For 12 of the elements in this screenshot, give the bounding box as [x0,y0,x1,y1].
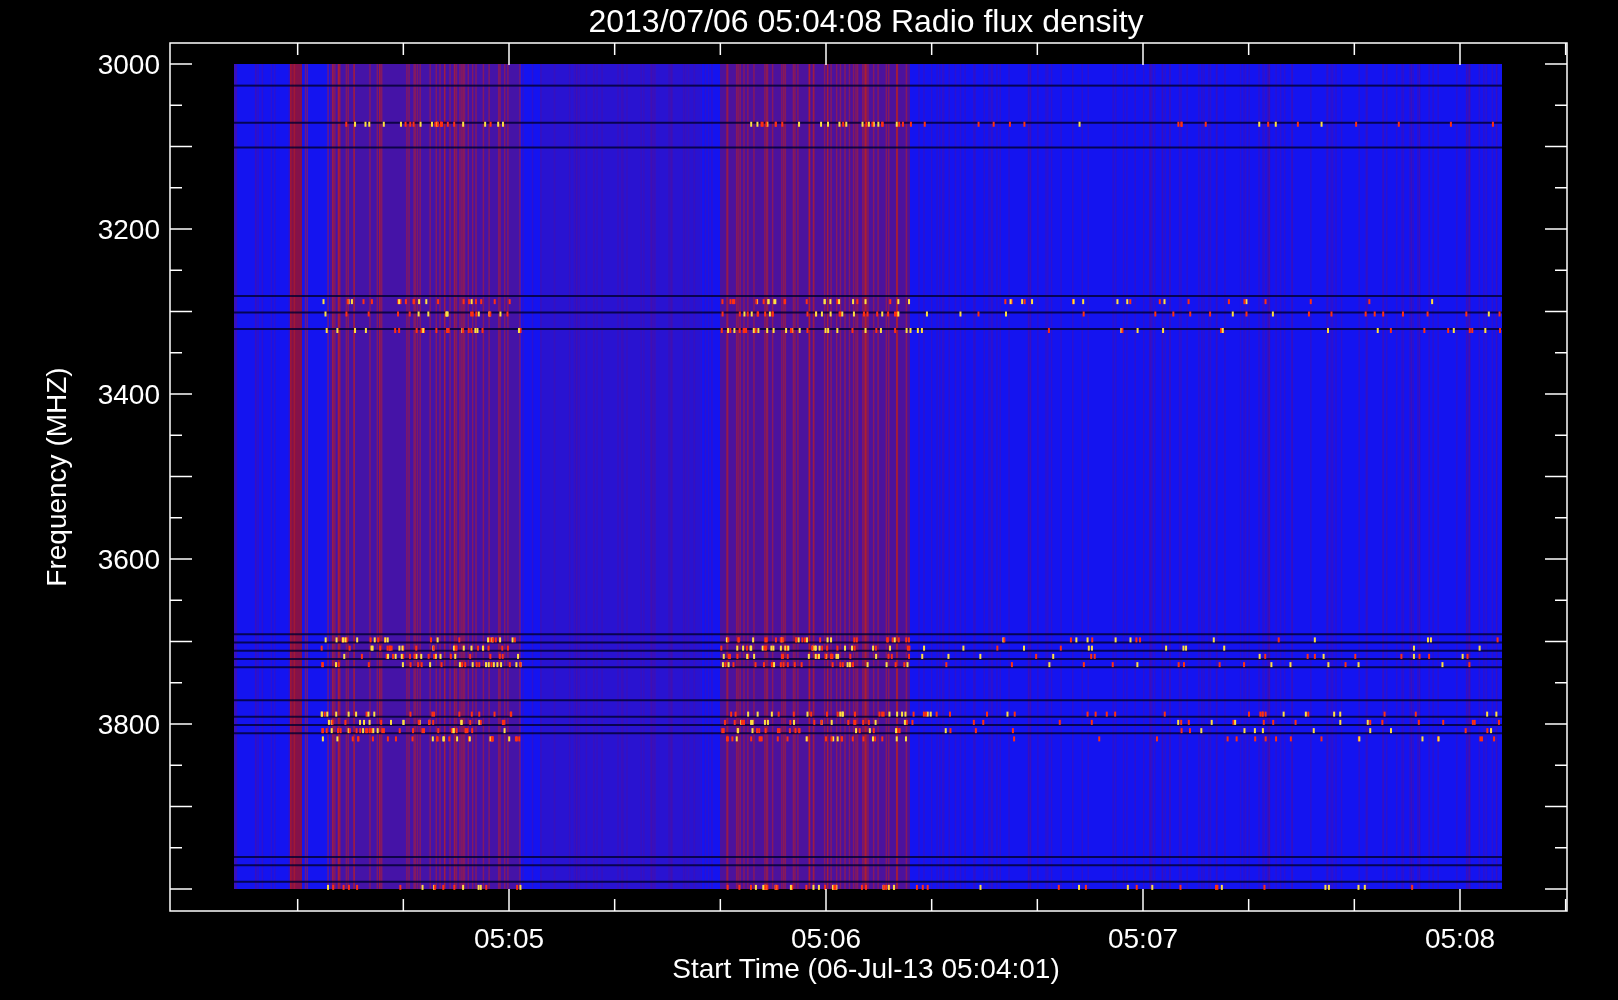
y-tick-label: 3400 [97,379,160,410]
y-tick-label: 3800 [97,709,160,740]
x-tick-label: 05:05 [473,923,545,954]
chart-title: 2013/07/06 05:04:08 Radio flux density [588,3,1144,39]
y-axis-label: Frequency (MHZ) [41,367,72,587]
y-tick-label: 3600 [97,544,160,575]
x-tick-label: 05:07 [1107,923,1179,954]
y-tick-label: 3000 [97,49,160,80]
y-tick-label: 3200 [97,214,160,245]
x-tick-label: 05:06 [790,923,862,954]
x-tick-label: 05:08 [1424,923,1496,954]
x-axis-label: Start Time (06-Jul-13 05:04:01) [672,953,1060,984]
